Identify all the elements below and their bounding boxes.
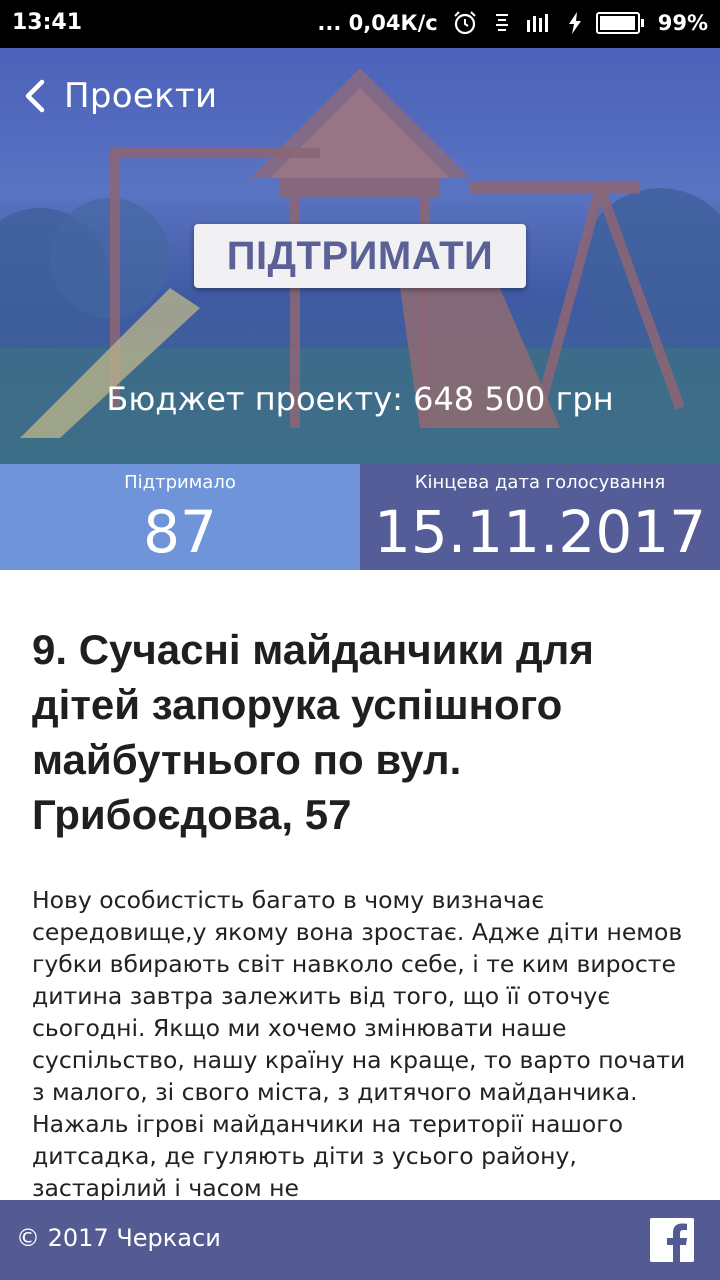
chevron-left-icon xyxy=(25,79,45,113)
supported-value: 87 xyxy=(143,498,217,566)
deadline-label: Кінцева дата голосування xyxy=(414,472,666,493)
project-stats: Підтримало 87 Кінцева дата голосування 1… xyxy=(0,464,720,570)
alarm-icon xyxy=(454,11,476,35)
vibrate-icon xyxy=(495,14,508,31)
support-button[interactable]: ПІДТРИМАТИ xyxy=(194,224,526,288)
signal-icon xyxy=(526,14,548,32)
project-hero-image: Проекти ПІДТРИМАТИ Бюджет проекту: 648 5… xyxy=(0,48,720,464)
copyright-text: © 2017 Черкаси xyxy=(16,1224,221,1252)
battery-icon xyxy=(595,12,644,34)
back-label: Проекти xyxy=(64,76,218,116)
project-content: 9. Сучасні майданчики для дітей запорука… xyxy=(32,622,696,1204)
back-button[interactable]: Проекти xyxy=(18,76,217,116)
project-description: Нову особистість багато в чому визначає … xyxy=(32,886,686,1202)
project-title: 9. Сучасні майданчики для дітей запорука… xyxy=(32,626,594,838)
project-budget: Бюджет проекту: 648 500 грн xyxy=(106,380,614,418)
deadline-panel: Кінцева дата голосування 15.11.2017 xyxy=(360,464,720,570)
status-icons: ... 0,04К/с 99% xyxy=(317,10,708,36)
charging-icon xyxy=(568,12,581,34)
status-bar: 13:41 ... 0,04К/с 99% xyxy=(0,0,720,48)
battery-percent: 99% xyxy=(657,11,708,35)
deadline-value: 15.11.2017 xyxy=(373,498,707,566)
supported-label: Підтримало xyxy=(124,472,236,493)
facebook-icon[interactable] xyxy=(650,1218,694,1262)
supported-count-panel: Підтримало 87 xyxy=(0,464,360,570)
footer: © 2017 Черкаси xyxy=(0,1200,720,1280)
status-time: 13:41 xyxy=(12,10,83,35)
network-speed: ... 0,04К/с xyxy=(317,11,438,35)
